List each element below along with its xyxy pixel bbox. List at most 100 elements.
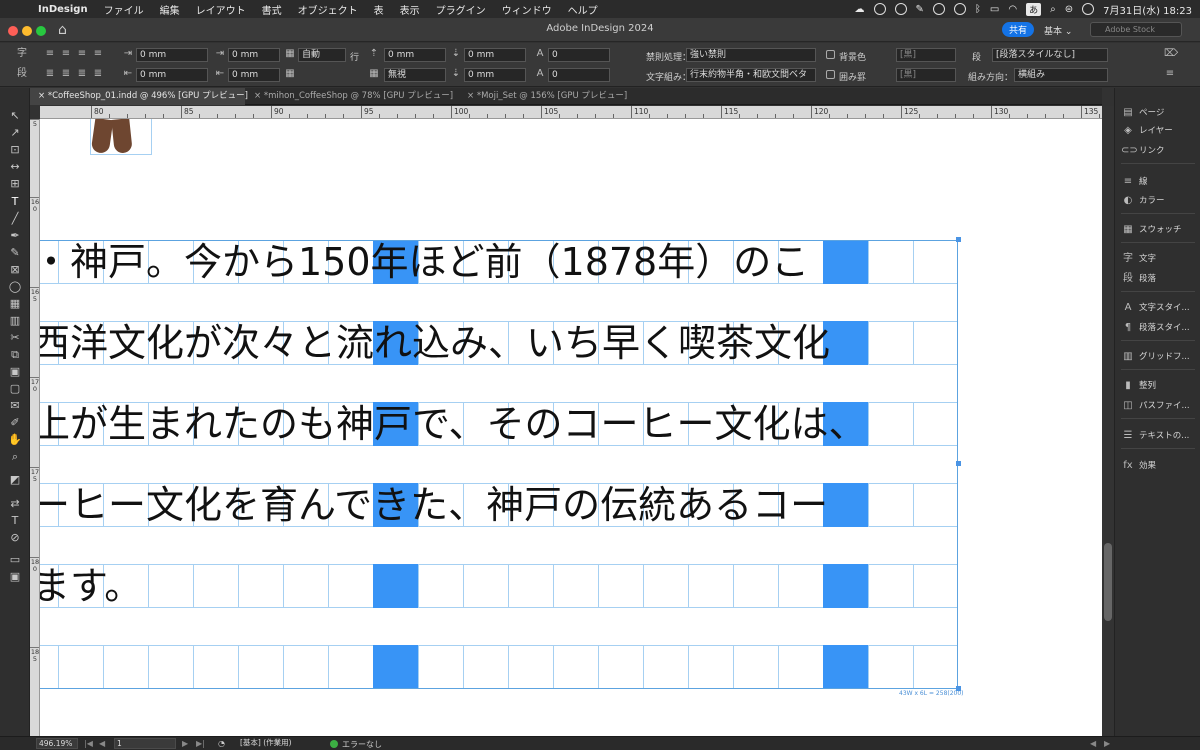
panel-pages[interactable]: ▤ ページ (1121, 105, 1200, 121)
panel-menu-icon[interactable]: ≡ (1164, 68, 1176, 80)
scroll-left-icon[interactable]: ◀ (1090, 739, 1096, 748)
free-transform-tool-icon[interactable]: ⧉ (7, 347, 23, 363)
justify-left-icon[interactable]: ≣ (44, 68, 56, 80)
frame-border-swatch[interactable]: [黒] (896, 68, 956, 82)
mojikumi-select[interactable]: 行末約物半角・和欧文間ベタ (686, 68, 816, 82)
creative-cloud-icon[interactable] (873, 3, 886, 15)
panel-pathfinder[interactable]: ◫ パスファイ... (1121, 398, 1200, 414)
bg-color-checkbox[interactable] (826, 50, 835, 59)
sync-icon[interactable] (894, 3, 907, 15)
space-before-field[interactable]: 0 mm (384, 48, 446, 62)
frame-handle[interactable] (956, 237, 961, 242)
fill-stroke-icon[interactable]: ◩ (7, 472, 23, 488)
panel-color[interactable]: ◐ カラー (1121, 193, 1200, 209)
scissors-tool-icon[interactable]: ✂ (7, 330, 23, 346)
panel-effects[interactable]: fx 効果 (1121, 458, 1200, 474)
battery-icon[interactable]: ▭ (990, 4, 999, 15)
menu-layout[interactable]: レイアウト (188, 2, 254, 17)
text-line[interactable]: ーヒー文化を育んできた、神戸の伝統あるコー (40, 483, 828, 527)
panel-swatches[interactable]: ▦ スウォッチ (1121, 222, 1200, 238)
prev-page-icon[interactable]: ◀ (99, 739, 105, 748)
page-field[interactable]: 1 (114, 738, 176, 749)
info-icon[interactable] (953, 3, 966, 15)
control-center-icon[interactable]: ⊜ (1065, 4, 1073, 15)
pencil-tool-icon[interactable]: ✎ (7, 245, 23, 261)
scroll-thumb[interactable] (1104, 543, 1112, 621)
align-right-icon[interactable]: ≡ (76, 48, 88, 60)
cloud-icon[interactable]: ☁ (855, 4, 865, 15)
next-page-icon[interactable]: ▶ (182, 739, 188, 748)
document-canvas[interactable]: ・神戸。今から150年ほど前（1878年）のこ 西洋文化が次々と流れ込み、いち早く… (40, 119, 1102, 736)
coffee-image-frame[interactable] (90, 119, 152, 155)
tab-mihon[interactable]: × *mihon_CoffeeShop @ 78% [GPU プレビュー] (246, 88, 458, 105)
type-tool-icon[interactable]: T (7, 194, 23, 210)
menu-view[interactable]: 表示 (392, 2, 428, 17)
gradient-tool-icon[interactable]: ▣ (7, 364, 23, 380)
align-left-icon[interactable]: ≡ (44, 48, 56, 60)
menu-file[interactable]: ファイル (96, 2, 152, 17)
text-line[interactable]: 西洋文化が次々と流れ込み、いち早く喫茶文化 (40, 321, 830, 365)
line-tool-icon[interactable]: ╱ (7, 211, 23, 227)
tab-coffeeshop[interactable]: × *CoffeeShop_01.indd @ 496% [GPU プレビュー] (30, 88, 248, 105)
direct-selection-tool-icon[interactable]: ↗ (7, 125, 23, 141)
style-field[interactable]: [基本] (作業用) (238, 738, 316, 749)
rectangle-frame-tool-icon[interactable]: ⊠ (7, 262, 23, 278)
panel-stroke[interactable]: ≡ 線 (1121, 174, 1200, 190)
character-mode-icon[interactable]: 字 (16, 48, 28, 60)
panel-character-styles[interactable]: A 文字スタイ... (1121, 300, 1200, 316)
space-after-field[interactable]: 0 mm (464, 48, 526, 62)
leading-field[interactable]: 自動 (298, 48, 346, 62)
menu-type[interactable]: 書式 (254, 2, 290, 17)
bg-color-swatch[interactable]: [黒] (896, 48, 956, 62)
text-frame[interactable] (40, 240, 958, 689)
panel-text-wrap[interactable]: ☰ テキストの... (1121, 428, 1200, 444)
panel-links[interactable]: ⊂⊃リンク (1121, 143, 1200, 159)
first-page-icon[interactable]: |◀ (84, 739, 93, 748)
indent-left-field[interactable]: 0 mm (136, 48, 208, 62)
apply-none-icon[interactable]: ⊘ (7, 530, 23, 546)
selection-tool-icon[interactable]: ↖ (7, 108, 23, 124)
paragraph-mode-icon[interactable]: 段 (16, 68, 28, 80)
note-tool-icon[interactable]: ✉ (7, 398, 23, 414)
vertical-ruler[interactable]: 5 160 165 170 175 180 185 (30, 119, 40, 736)
grid-align-select[interactable]: 無視 (384, 68, 446, 82)
master-icon[interactable]: ◔ (218, 739, 225, 748)
direction-select[interactable]: 横組み (1014, 68, 1108, 82)
swap-colors-icon[interactable]: ⇄ (7, 496, 23, 512)
panel-paragraph[interactable]: 段段落 (1121, 271, 1200, 287)
ellipse-tool-icon[interactable]: ◯ (7, 279, 23, 295)
space-after-2-field[interactable]: 0 mm (464, 68, 526, 82)
panel-grid-format[interactable]: ▥ グリッドフ... (1121, 349, 1200, 365)
gradient-feather-tool-icon[interactable]: ▢ (7, 381, 23, 397)
last-indent-field[interactable]: 0 mm (228, 68, 280, 82)
align-center-icon[interactable]: ≡ (60, 48, 72, 60)
horizontal-ruler[interactable]: 80 85 90 95 100 105 110 115 120 125 130 135 (40, 106, 1102, 119)
share-button[interactable]: 共有 (1002, 22, 1035, 37)
dropcap-chars-field[interactable]: 0 (548, 68, 610, 82)
clear-overrides-icon[interactable]: ⌦ (1164, 48, 1178, 60)
frame-grid-tool-icon[interactable]: ▦ (7, 296, 23, 312)
first-indent-field[interactable]: 0 mm (228, 48, 280, 62)
tab-moji-set[interactable]: × *Moji_Set @ 156% [GPU プレビュー] (459, 88, 659, 105)
menu-table[interactable]: 表 (366, 2, 392, 17)
menu-window[interactable]: ウィンドウ (494, 2, 560, 17)
panel-layers[interactable]: ◈ レイヤー (1121, 123, 1200, 139)
align-justify-icon[interactable]: ≡ (92, 48, 104, 60)
dropcap-lines-field[interactable]: 0 (548, 48, 610, 62)
frame-border-checkbox[interactable] (826, 70, 835, 79)
scroll-right-icon[interactable]: ▶ (1104, 739, 1110, 748)
kinsoku-select[interactable]: 強い禁則 (686, 48, 816, 62)
indent-right-field[interactable]: 0 mm (136, 68, 208, 82)
menu-object[interactable]: オブジェクト (290, 2, 366, 17)
text-line[interactable]: ・神戸。今から150年ほど前（1878年）のこ (40, 240, 809, 284)
menu-app[interactable]: InDesign (30, 4, 96, 15)
text-line[interactable]: ます。 (40, 564, 142, 608)
play-icon[interactable] (932, 3, 945, 15)
zoom-field[interactable]: 496.19% (36, 738, 78, 749)
preview-mode-icon[interactable]: ▣ (7, 569, 23, 585)
pen-icon[interactable]: ✎ (916, 4, 924, 15)
format-text-icon[interactable]: T (7, 513, 23, 529)
frame-handle[interactable] (956, 461, 961, 466)
eyedropper-tool-icon[interactable]: ✐ (7, 415, 23, 431)
justify-all-icon[interactable]: ≣ (92, 68, 104, 80)
